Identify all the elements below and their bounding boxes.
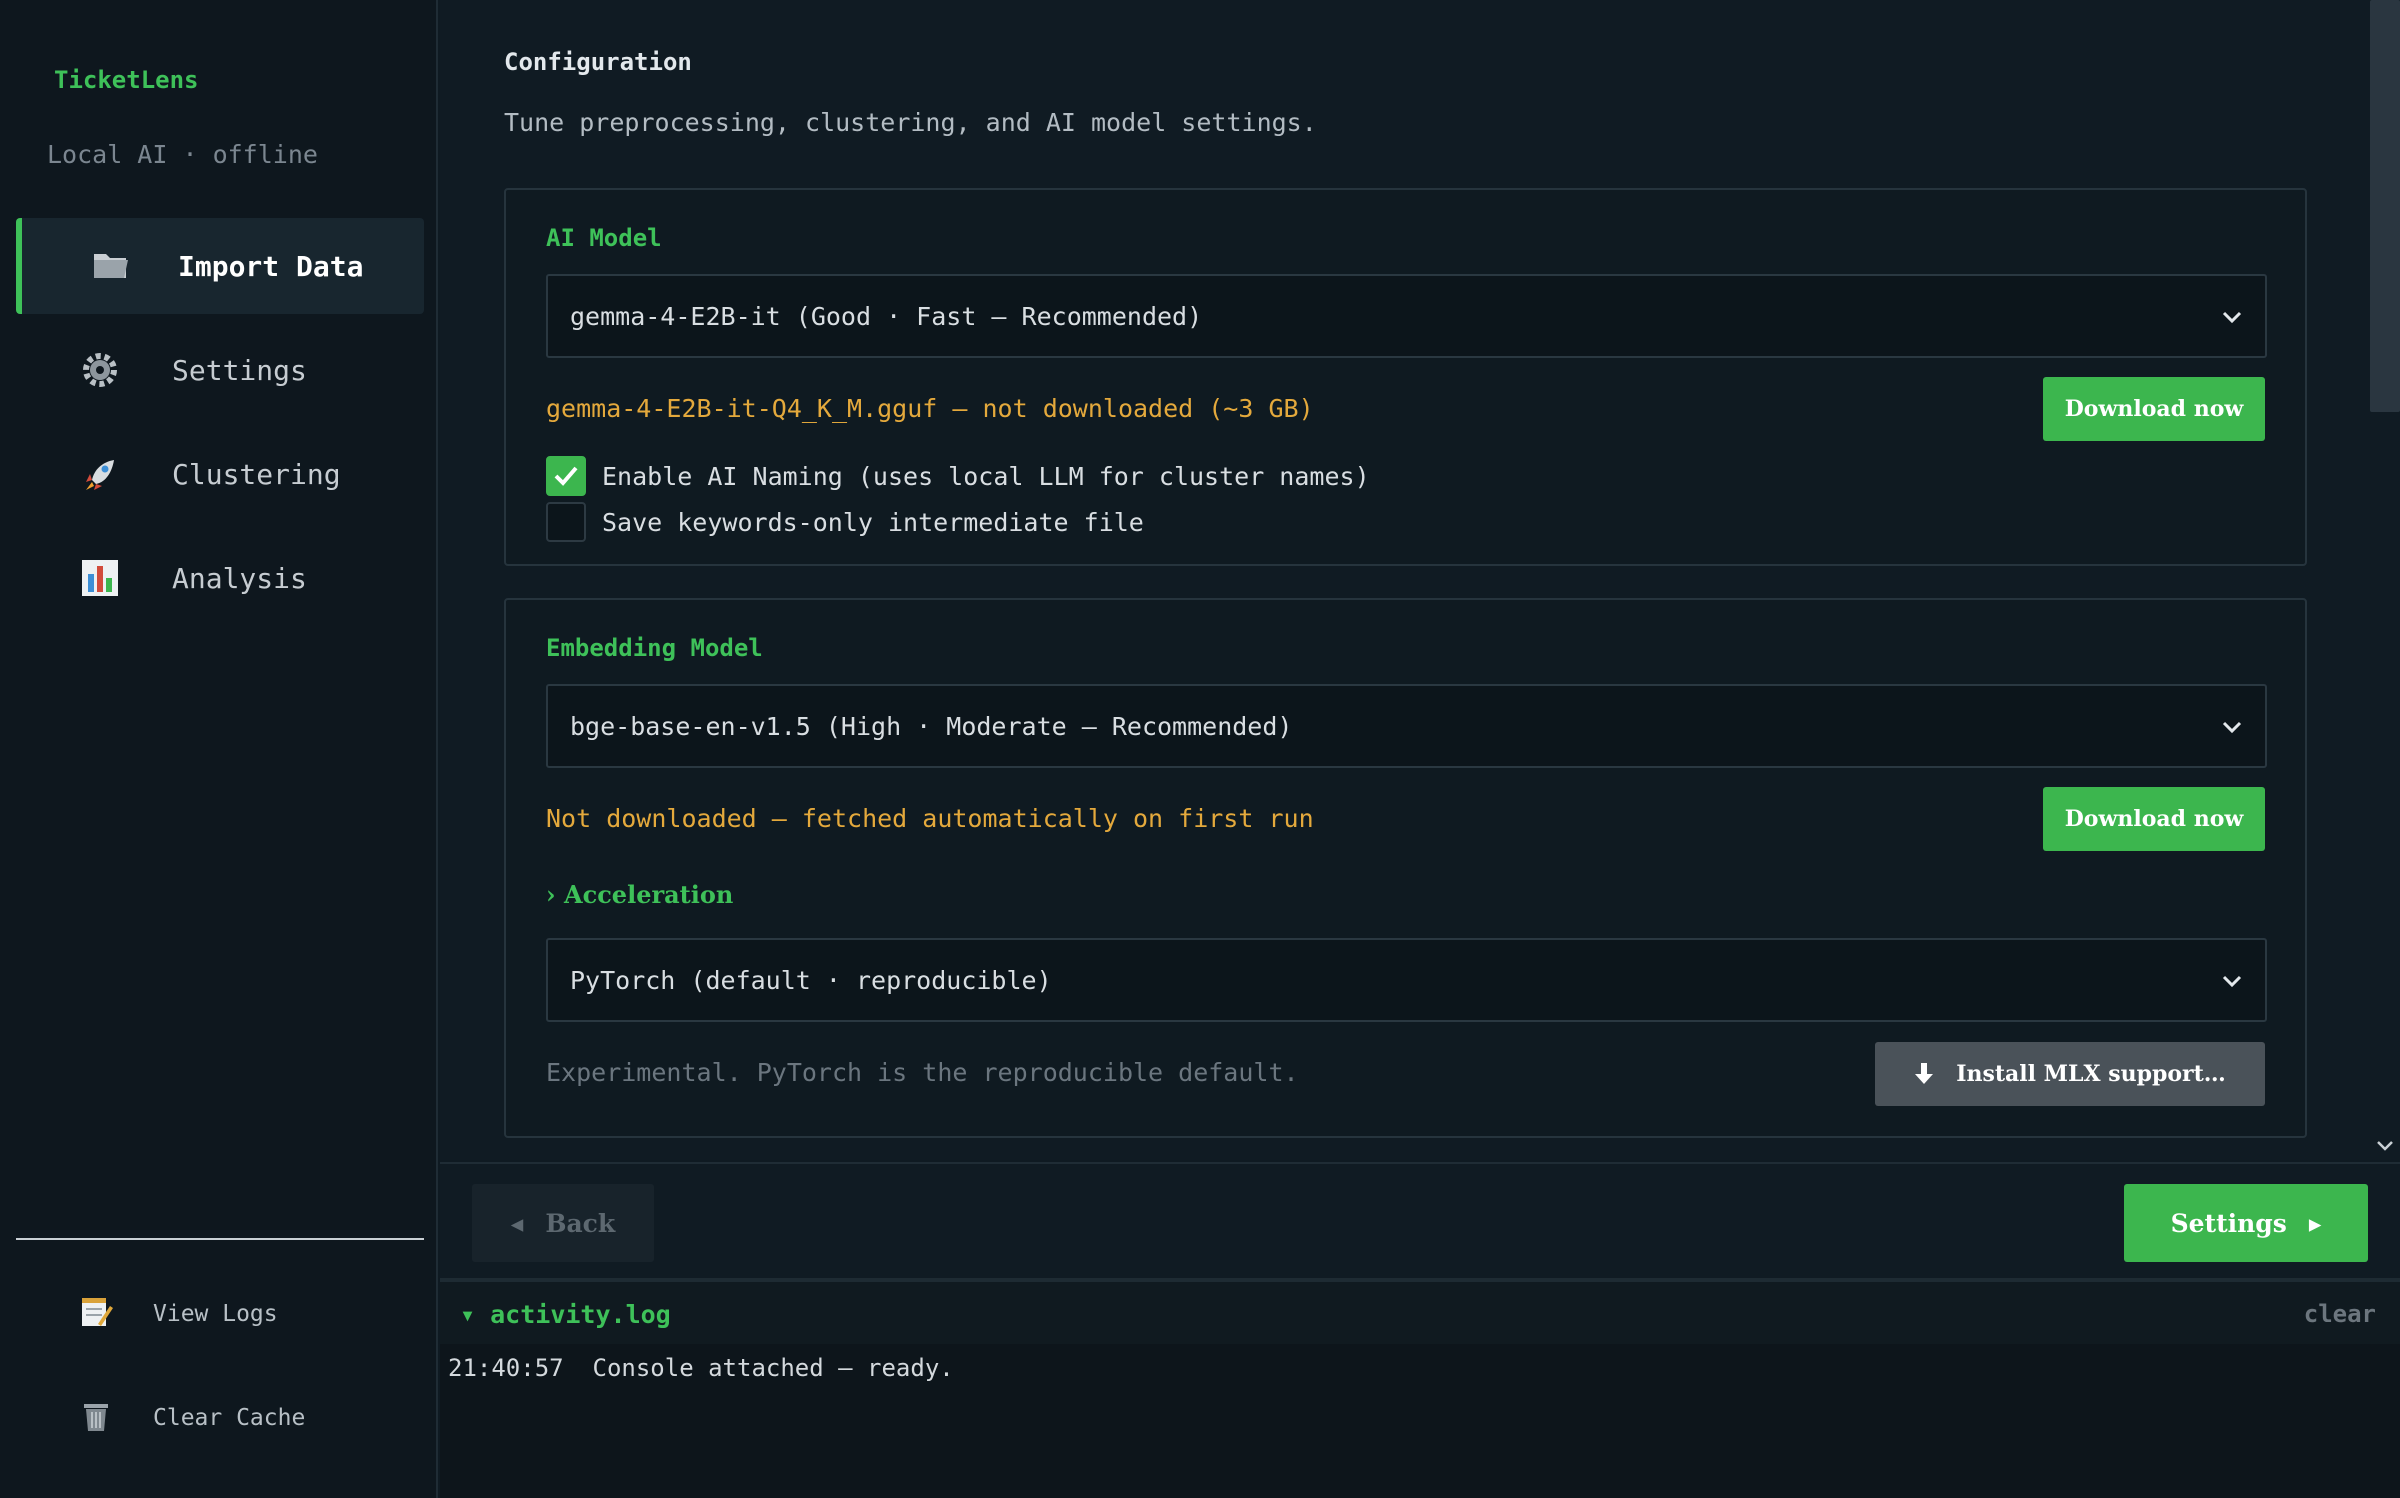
save-keywords-row[interactable]: Save keywords-only intermediate file	[546, 502, 1144, 542]
checkmark-icon	[554, 466, 578, 486]
ai-model-title: AI Model	[546, 224, 662, 252]
next-label: Settings	[2170, 1208, 2287, 1238]
chevron-down-icon	[2222, 975, 2242, 988]
main-panel: Configuration Tune preprocessing, cluste…	[440, 0, 2400, 1160]
activity-log: ▾ activity.log clear 21:40:57 Console at…	[440, 1278, 2400, 1498]
next-settings-button[interactable]: Settings ▸	[2124, 1184, 2368, 1262]
triangle-down-icon: ▾	[460, 1300, 491, 1329]
back-button[interactable]: ◂ Back	[472, 1184, 654, 1262]
sidebar-item-label: Clustering	[172, 457, 341, 491]
view-logs-label: View Logs	[153, 1301, 278, 1327]
wizard-nav: ◂ Back Settings ▸	[440, 1162, 2400, 1278]
ai-model-status: gemma-4-E2B-it-Q4_K_M.gguf — not downloa…	[546, 394, 1314, 423]
save-keywords-label: Save keywords-only intermediate file	[602, 507, 1144, 537]
sidebar-divider	[16, 1238, 424, 1240]
activity-log-toggle[interactable]: ▾ activity.log	[460, 1300, 671, 1329]
chevron-down-icon	[2222, 311, 2242, 324]
brand-subtitle: Local AI · offline	[47, 140, 318, 169]
log-entry: 21:40:57 Console attached — ready.	[448, 1354, 954, 1382]
download-arrow-icon	[1915, 1063, 1934, 1084]
enable-ai-naming-label: Enable AI Naming (uses local LLM for clu…	[602, 461, 1370, 491]
view-logs-button[interactable]: View Logs	[16, 1274, 424, 1354]
scrollbar-thumb[interactable]	[2370, 0, 2400, 412]
activity-log-title: activity.log	[490, 1300, 671, 1329]
activity-log-header[interactable]: ▾ activity.log clear	[440, 1282, 2400, 1344]
enable-ai-naming-checkbox[interactable]	[546, 456, 586, 496]
enable-ai-naming-row[interactable]: Enable AI Naming (uses local LLM for clu…	[546, 456, 1370, 496]
ai-model-card: AI Model gemma-4-E2B-it (Good · Fast — R…	[504, 188, 2307, 566]
sidebar-item-import-data[interactable]: Import Data	[16, 218, 424, 314]
scroll-down-icon[interactable]	[2374, 1134, 2396, 1156]
embedding-model-select[interactable]: bge-base-en-v1.5 (High · Moderate — Reco…	[546, 684, 2267, 768]
ai-model-selected: gemma-4-E2B-it (Good · Fast — Recommende…	[570, 301, 1203, 331]
acceleration-select[interactable]: PyTorch (default · reproducible)	[546, 938, 2267, 1022]
bar-chart-icon	[80, 558, 120, 598]
embedding-model-selected: bge-base-en-v1.5 (High · Moderate — Reco…	[570, 711, 1293, 741]
sidebar-item-analysis[interactable]: Analysis	[16, 530, 424, 626]
clear-cache-button[interactable]: Clear Cache	[16, 1378, 424, 1458]
sidebar: TicketLens Local AI · offline Import Dat…	[0, 0, 438, 1498]
sidebar-item-label: Analysis	[172, 561, 307, 595]
embedding-model-title: Embedding Model	[546, 634, 763, 662]
app-window: TicketLens Local AI · offline Import Dat…	[0, 0, 2400, 1498]
embedding-model-download-button[interactable]: Download now	[2043, 787, 2265, 851]
sidebar-item-label: Settings	[172, 353, 307, 387]
clear-log-button[interactable]: clear	[2304, 1300, 2376, 1328]
notepad-icon	[78, 1294, 118, 1334]
acceleration-toggle[interactable]: › Acceleration	[546, 880, 733, 909]
clear-cache-label: Clear Cache	[153, 1405, 306, 1431]
sidebar-item-settings[interactable]: Settings	[16, 322, 424, 418]
trash-icon	[78, 1398, 118, 1438]
chevron-right-icon: ›	[546, 880, 564, 909]
sidebar-item-label: Import Data	[178, 249, 364, 283]
chevron-down-icon	[2222, 721, 2242, 734]
rocket-icon	[80, 454, 120, 494]
scrollbar[interactable]	[2370, 0, 2400, 1160]
brand-title: TicketLens	[54, 66, 199, 94]
caret-right-icon: ▸	[2308, 1208, 2322, 1238]
page-subtitle: Tune preprocessing, clustering, and AI m…	[504, 108, 1317, 137]
caret-left-icon: ◂	[510, 1208, 524, 1238]
acceleration-label: Acceleration	[563, 880, 734, 909]
back-label: Back	[545, 1208, 616, 1238]
save-keywords-checkbox[interactable]	[546, 502, 586, 542]
install-mlx-label: Install MLX support…	[1956, 1061, 2226, 1087]
ai-model-download-button[interactable]: Download now	[2043, 377, 2265, 441]
sidebar-item-clustering[interactable]: Clustering	[16, 426, 424, 522]
log-time: 21:40:57	[448, 1354, 564, 1382]
ai-model-select[interactable]: gemma-4-E2B-it (Good · Fast — Recommende…	[546, 274, 2267, 358]
embedding-model-card: Embedding Model bge-base-en-v1.5 (High ·…	[504, 598, 2307, 1138]
install-mlx-button[interactable]: Install MLX support…	[1875, 1042, 2265, 1106]
acceleration-selected: PyTorch (default · reproducible)	[570, 965, 1052, 995]
page-title: Configuration	[504, 48, 692, 76]
folder-icon	[90, 244, 130, 284]
embedding-model-status: Not downloaded — fetched automatically o…	[546, 804, 1314, 833]
log-message: Console attached — ready.	[592, 1354, 954, 1382]
gear-icon	[80, 350, 120, 390]
acceleration-note: Experimental. PyTorch is the reproducibl…	[546, 1058, 1299, 1087]
